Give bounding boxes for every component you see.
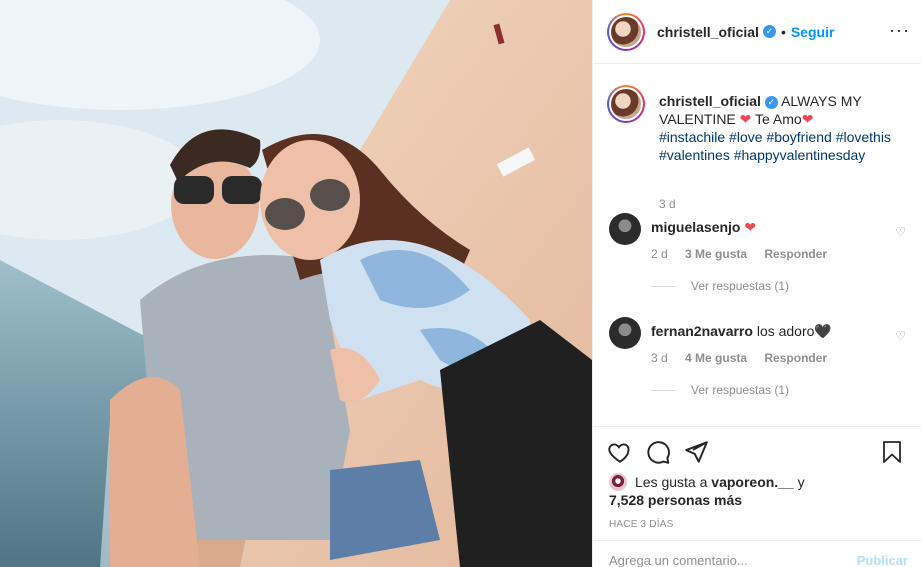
likes-conj: y [797,474,805,490]
share-icon[interactable] [683,439,709,465]
view-replies-button[interactable]: Ver respuestas (1) [651,383,789,397]
publish-button[interactable]: Publicar [857,553,908,567]
hashtag-link[interactable]: #valentines [659,147,730,163]
caption-username[interactable]: christell_oficial [659,93,761,109]
add-comment-input[interactable]: Agrega un comentario... [609,553,748,567]
post-actions: Les gusta a vaporeon.__ y 7,528 personas… [593,426,921,567]
author-avatar[interactable] [607,12,645,51]
caption-avatar[interactable] [607,85,645,123]
hashtag-link[interactable]: #instachile [659,129,725,145]
reply-button[interactable]: Responder [764,247,827,261]
post-side-panel: christell_oficial ✓ • Seguir ··· christe… [592,0,921,567]
heart-icon[interactable] [607,439,633,465]
reply-button[interactable]: Responder [764,351,827,365]
caption-text-2: Te Amo [755,111,802,127]
header-separator: • [780,23,786,40]
comment-likes[interactable]: 3 Me gusta [685,247,747,261]
hashtag-link[interactable]: #love [729,129,762,145]
hashtag-link[interactable]: #lovethis [836,129,891,145]
more-icon[interactable]: ··· [889,21,910,39]
comment-time[interactable]: 3 d [651,351,668,365]
hashtag-link[interactable]: #boyfriend [766,129,831,145]
commenter-avatar[interactable] [609,213,641,245]
comment-text: los adoro [756,323,815,339]
hashtag-link[interactable]: #happyvalentinesday [734,147,866,163]
view-replies-label: Ver respuestas (1) [691,383,790,397]
author-username[interactable]: christell_oficial [657,24,759,40]
view-replies-label: Ver respuestas (1) [691,279,790,293]
red-heart-emoji-icon: ❤ [801,111,814,127]
commenter-username[interactable]: miguelasenjo [651,219,740,235]
commenter-avatar[interactable] [609,317,641,349]
bookmark-icon[interactable] [880,439,904,465]
add-comment-bar: Agrega un comentario... Publicar [593,540,921,567]
liker-avatar[interactable] [609,473,627,491]
likes-count[interactable]: 7,528 personas más [609,492,742,508]
likes-summary: Les gusta a vaporeon.__ y 7,528 personas… [609,473,805,509]
likes-prefix: Les gusta a [635,474,708,490]
commenter-username[interactable]: fernan2navarro [651,323,753,339]
follow-button[interactable]: Seguir [791,24,835,40]
black-heart-emoji-icon: 🖤 [814,323,832,339]
post-header: christell_oficial ✓ • Seguir ··· [593,0,921,64]
liker-username[interactable]: vaporeon.__ [711,474,793,490]
caption-time[interactable]: 3 d [659,197,676,211]
comment-like-heart-icon[interactable]: ♡ [895,329,906,343]
comment-time[interactable]: 2 d [651,247,668,261]
comment-like-heart-icon[interactable]: ♡ [895,225,906,239]
comment-icon[interactable] [645,439,671,465]
verified-icon: ✓ [764,96,778,109]
red-heart-emoji-icon: ❤ [739,111,752,127]
red-heart-emoji-icon: ❤ [744,219,757,235]
post-date[interactable]: HACE 3 DÍAS [609,519,673,530]
comment-likes[interactable]: 4 Me gusta [685,351,747,365]
verified-icon: ✓ [762,25,776,38]
comments-section[interactable]: christell_oficial ✓ ALWAYS MY VALENTINE ❤… [593,65,921,426]
photo-illustration [0,0,592,567]
view-replies-button[interactable]: Ver respuestas (1) [651,279,789,293]
post-photo[interactable] [0,0,592,567]
